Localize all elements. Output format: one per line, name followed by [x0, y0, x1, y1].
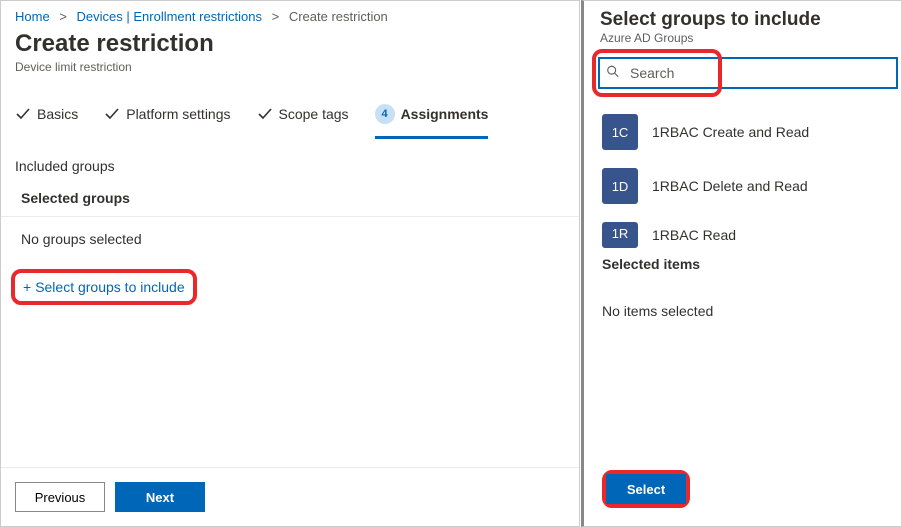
- step-label: Platform settings: [126, 106, 230, 122]
- breadcrumb-sep: >: [59, 9, 67, 24]
- breadcrumb-home[interactable]: Home: [15, 9, 50, 24]
- panel-subtitle: Azure AD Groups: [588, 31, 901, 57]
- panel-title: Select groups to include: [588, 1, 901, 31]
- selected-items-header: Selected items: [588, 248, 901, 279]
- no-groups-selected: No groups selected: [1, 217, 579, 261]
- group-avatar: 1D: [602, 168, 638, 204]
- breadcrumb-sep: >: [272, 9, 280, 24]
- wizard-steps: Basics Platform settings Scope tags 4 As…: [1, 94, 579, 140]
- selected-groups-header: Selected groups: [1, 180, 579, 217]
- highlight-annotation: Select: [602, 470, 690, 508]
- add-link-label: Select groups to include: [35, 279, 184, 295]
- breadcrumb: Home > Devices | Enrollment restrictions…: [1, 1, 579, 30]
- step-basics[interactable]: Basics: [15, 96, 78, 137]
- group-avatar: 1R: [602, 222, 638, 248]
- group-list: 1C 1RBAC Create and Read 1D 1RBAC Delete…: [588, 105, 901, 248]
- check-icon: [257, 106, 273, 122]
- breadcrumb-current: Create restriction: [289, 9, 388, 24]
- search-input[interactable]: [598, 57, 898, 89]
- group-name: 1RBAC Create and Read: [652, 124, 809, 140]
- group-item[interactable]: 1R 1RBAC Read: [588, 213, 901, 248]
- next-button[interactable]: Next: [115, 482, 205, 512]
- step-assignments[interactable]: 4 Assignments: [375, 94, 489, 139]
- breadcrumb-devices[interactable]: Devices | Enrollment restrictions: [77, 9, 262, 24]
- page-subtitle: Device limit restriction: [15, 60, 565, 74]
- panel-footer: Select: [588, 458, 901, 526]
- step-label: Scope tags: [279, 106, 349, 122]
- step-platform-settings[interactable]: Platform settings: [104, 96, 230, 137]
- search-icon: [606, 65, 620, 82]
- plus-icon: +: [23, 279, 31, 295]
- step-scope-tags[interactable]: Scope tags: [257, 96, 349, 137]
- included-groups-label: Included groups: [1, 140, 579, 180]
- group-name: 1RBAC Delete and Read: [652, 178, 808, 194]
- page-title: Create restriction: [15, 30, 565, 58]
- check-icon: [104, 106, 120, 122]
- select-groups-to-include-link[interactable]: + Select groups to include: [11, 269, 197, 305]
- previous-button[interactable]: Previous: [15, 482, 105, 512]
- no-items-selected: No items selected: [588, 285, 901, 337]
- select-groups-panel: Select groups to include Azure AD Groups…: [581, 0, 901, 527]
- main-content: Home > Devices | Enrollment restrictions…: [0, 0, 580, 527]
- group-name: 1RBAC Read: [652, 227, 736, 243]
- search-wrap: [598, 57, 898, 89]
- group-item[interactable]: 1C 1RBAC Create and Read: [588, 105, 901, 159]
- group-avatar: 1C: [602, 114, 638, 150]
- step-label: Assignments: [401, 106, 489, 122]
- check-icon: [15, 106, 31, 122]
- group-item[interactable]: 1D 1RBAC Delete and Read: [588, 159, 901, 213]
- select-button[interactable]: Select: [606, 474, 686, 504]
- step-number-badge: 4: [375, 104, 395, 124]
- page-header: Create restriction Device limit restrict…: [1, 30, 579, 88]
- wizard-footer: Previous Next: [1, 467, 579, 526]
- step-label: Basics: [37, 106, 78, 122]
